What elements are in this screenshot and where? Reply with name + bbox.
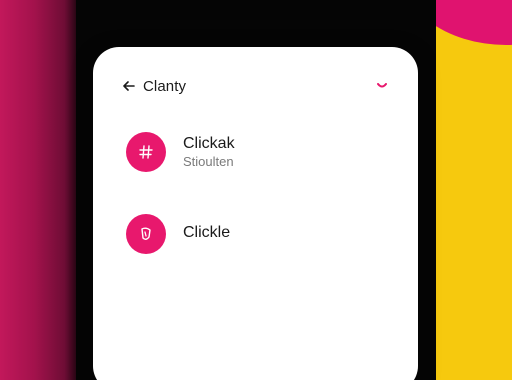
- app-header: Clanty: [93, 47, 418, 131]
- chevron-down-icon: [377, 83, 387, 88]
- background-band-right: [436, 0, 512, 380]
- background-band-left: [0, 0, 76, 380]
- list-item[interactable]: Clickak Stioulten: [124, 131, 394, 175]
- back-button[interactable]: [121, 78, 137, 94]
- item-title: Clickak: [183, 135, 235, 152]
- hash-icon: [139, 145, 153, 159]
- item-avatar: [126, 214, 166, 254]
- page-title: Clanty: [143, 78, 187, 95]
- menu-button[interactable]: [375, 81, 389, 91]
- list-item[interactable]: Clickle: [124, 213, 394, 257]
- item-subtitle: Stioulten: [183, 154, 234, 169]
- app-card: Clanty Clickak Stioulten Clickle: [93, 47, 418, 380]
- item-avatar: [126, 132, 166, 172]
- shield-icon: [141, 227, 151, 240]
- screen: Clanty Clickak Stioulten Clickle: [0, 0, 512, 380]
- arrow-left-icon: [123, 81, 135, 91]
- item-title: Clickle: [183, 224, 231, 241]
- background-arc: [436, 0, 512, 45]
